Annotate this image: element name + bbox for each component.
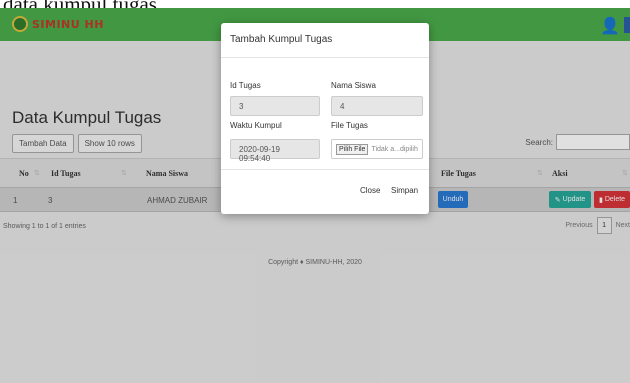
label-waktu-kumpul: Waktu Kumpul (230, 121, 282, 130)
file-status: Tidak a...dipilih (371, 145, 418, 153)
modal-footer: Close Simpan (221, 169, 429, 214)
label-nama-siswa: Nama Siswa (331, 81, 376, 90)
app-window: SIMINU HH 👤 Data Kumpul Tugas Tambah Dat… (0, 8, 630, 383)
file-tugas-input[interactable]: Pilih File Tidak a...dipilih (331, 139, 423, 159)
caption-fragment: data kumpul tugas. (0, 0, 630, 8)
modal-header: Tambah Kumpul Tugas (221, 23, 429, 58)
label-file-tugas: File Tugas (331, 121, 368, 130)
choose-file-button[interactable]: Pilih File (336, 143, 369, 155)
add-task-modal: Tambah Kumpul Tugas Id Tugas 3 Nama Sisw… (221, 23, 429, 214)
modal-title: Tambah Kumpul Tugas (230, 34, 333, 45)
waktu-kumpul-field[interactable]: 2020-09-19 09:54:40 (230, 139, 320, 163)
id-tugas-field[interactable]: 3 (230, 96, 320, 116)
close-button[interactable]: Close (360, 186, 380, 195)
label-id-tugas: Id Tugas (230, 81, 261, 90)
nama-siswa-field[interactable]: 4 (331, 96, 423, 116)
save-button[interactable]: Simpan (391, 186, 418, 195)
